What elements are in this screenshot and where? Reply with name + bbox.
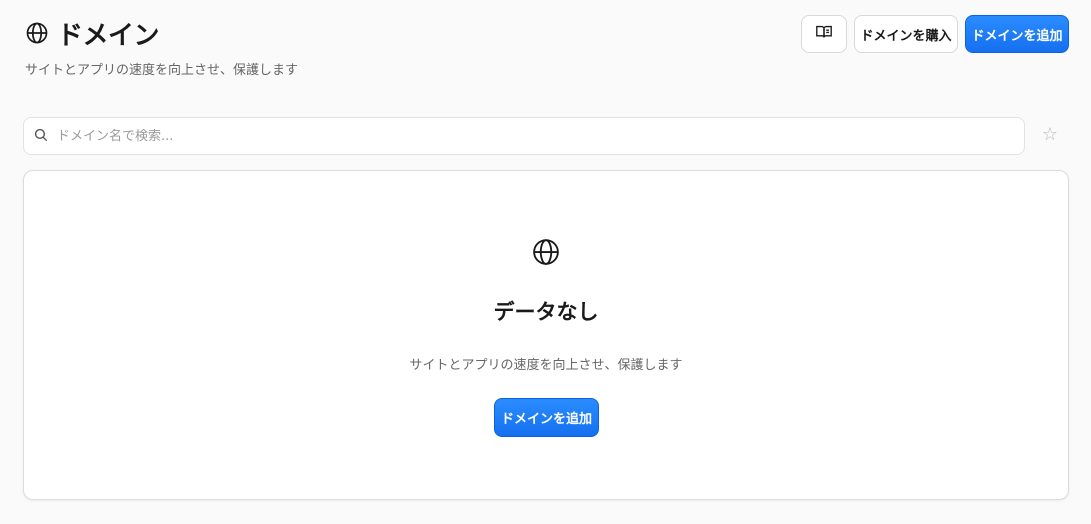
search-bar[interactable] (23, 117, 1025, 155)
globe-icon (25, 21, 49, 45)
search-icon (34, 127, 48, 146)
star-icon[interactable]: ☆ (1040, 125, 1060, 145)
page-subtitle: サイトとアプリの速度を向上させ、保護します (25, 63, 299, 78)
empty-state-title: データなし (493, 300, 599, 324)
docs-button[interactable] (801, 15, 847, 53)
buy-domain-button[interactable]: ドメインを購入 (854, 15, 958, 53)
empty-state-panel: データなし サイトとアプリの速度を向上させ、保護します ドメインを追加 (23, 170, 1069, 500)
domains-page: ドメイン サイトとアプリの速度を向上させ、保護します ドメインを購入 ドメインを… (0, 0, 1091, 524)
add-domain-button[interactable]: ドメインを追加 (965, 15, 1069, 53)
book-open-icon (815, 23, 833, 45)
globe-icon (531, 237, 561, 267)
header-actions: ドメインを購入 ドメインを追加 (801, 15, 1069, 53)
title-row: ドメイン (25, 16, 298, 51)
page-title: ドメイン (57, 20, 160, 51)
empty-add-domain-button[interactable]: ドメインを追加 (494, 398, 599, 437)
search-input[interactable] (57, 128, 957, 144)
empty-state-description: サイトとアプリの速度を向上させ、保護します (409, 358, 683, 373)
page-header: ドメイン サイトとアプリの速度を向上させ、保護します (25, 16, 299, 79)
